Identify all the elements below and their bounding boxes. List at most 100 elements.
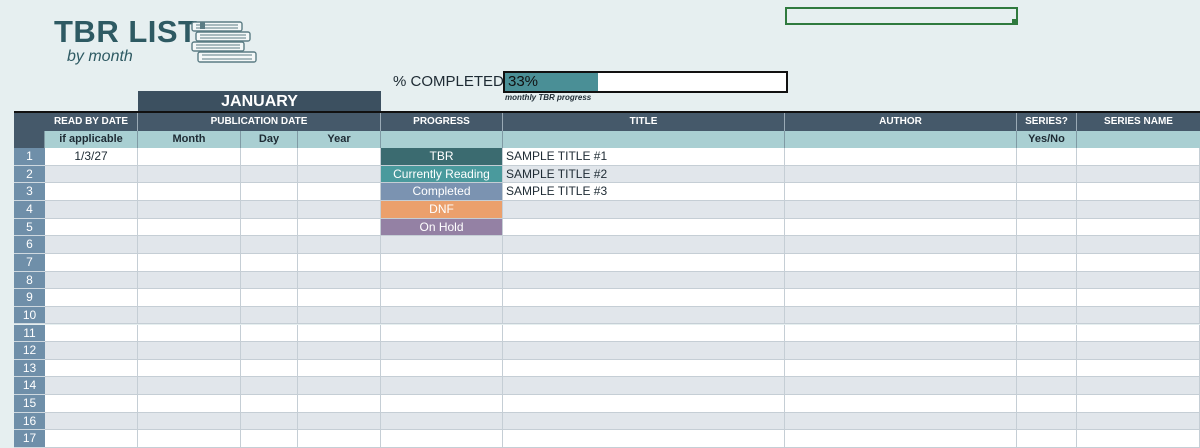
series-name-cell[interactable]: [1077, 377, 1200, 396]
year-cell[interactable]: [298, 200, 381, 219]
title-cell[interactable]: SAMPLE TITLE #3: [503, 183, 785, 201]
series-name-cell[interactable]: [1077, 306, 1200, 325]
cell-selection-box[interactable]: [785, 7, 1018, 25]
series-cell[interactable]: [1017, 412, 1077, 431]
read-by-cell[interactable]: [45, 271, 138, 290]
progress-cell[interactable]: [381, 342, 503, 360]
year-cell[interactable]: [298, 183, 381, 201]
series-cell[interactable]: [1017, 236, 1077, 254]
row-number[interactable]: 5: [14, 218, 45, 237]
month-cell[interactable]: [138, 395, 241, 413]
read-by-cell[interactable]: [45, 359, 138, 378]
progress-cell[interactable]: [381, 253, 503, 272]
title-cell[interactable]: [503, 324, 785, 343]
row-number[interactable]: 12: [14, 342, 45, 360]
month-cell[interactable]: [138, 430, 241, 448]
progress-cell[interactable]: [381, 236, 503, 254]
progress-cell[interactable]: [381, 430, 503, 448]
author-cell[interactable]: [785, 271, 1017, 290]
author-cell[interactable]: [785, 183, 1017, 201]
progress-cell[interactable]: Completed: [381, 183, 503, 201]
year-cell[interactable]: [298, 395, 381, 413]
progress-cell[interactable]: TBR: [381, 148, 503, 166]
author-cell[interactable]: [785, 200, 1017, 219]
series-name-cell[interactable]: [1077, 200, 1200, 219]
month-cell[interactable]: [138, 324, 241, 343]
progress-cell[interactable]: [381, 395, 503, 413]
title-cell[interactable]: [503, 236, 785, 254]
progress-cell[interactable]: On Hold: [381, 218, 503, 237]
author-cell[interactable]: [785, 412, 1017, 431]
row-number[interactable]: 13: [14, 359, 45, 378]
year-cell[interactable]: [298, 359, 381, 378]
author-cell[interactable]: [785, 253, 1017, 272]
series-cell[interactable]: [1017, 183, 1077, 201]
author-cell[interactable]: [785, 289, 1017, 307]
read-by-cell[interactable]: [45, 183, 138, 201]
read-by-cell[interactable]: [45, 289, 138, 307]
day-cell[interactable]: [241, 253, 298, 272]
year-cell[interactable]: [298, 165, 381, 184]
col-title[interactable]: TITLE: [503, 113, 785, 132]
day-cell[interactable]: [241, 148, 298, 166]
author-cell[interactable]: [785, 430, 1017, 448]
series-name-cell[interactable]: [1077, 289, 1200, 307]
title-cell[interactable]: [503, 306, 785, 325]
month-cell[interactable]: [138, 253, 241, 272]
day-cell[interactable]: [241, 200, 298, 219]
read-by-cell[interactable]: [45, 253, 138, 272]
year-cell[interactable]: [298, 342, 381, 360]
author-cell[interactable]: [785, 165, 1017, 184]
month-cell[interactable]: [138, 412, 241, 431]
day-cell[interactable]: [241, 430, 298, 448]
year-cell[interactable]: [298, 236, 381, 254]
year-cell[interactable]: [298, 377, 381, 396]
year-cell[interactable]: [298, 289, 381, 307]
series-cell[interactable]: [1017, 148, 1077, 166]
col-series-name[interactable]: SERIES NAME: [1077, 113, 1200, 132]
col-publication-date[interactable]: PUBLICATION DATE: [138, 113, 381, 132]
col-read-by-date[interactable]: READ BY DATE: [45, 113, 138, 132]
series-name-cell[interactable]: [1077, 324, 1200, 343]
read-by-cell[interactable]: [45, 377, 138, 396]
progress-cell[interactable]: [381, 289, 503, 307]
progress-cell[interactable]: [381, 306, 503, 325]
row-number[interactable]: 3: [14, 183, 45, 201]
month-cell[interactable]: [138, 165, 241, 184]
day-cell[interactable]: [241, 395, 298, 413]
title-cell[interactable]: [503, 342, 785, 360]
series-cell[interactable]: [1017, 430, 1077, 448]
year-cell[interactable]: [298, 253, 381, 272]
read-by-cell[interactable]: [45, 324, 138, 343]
progress-cell[interactable]: [381, 271, 503, 290]
author-cell[interactable]: [785, 324, 1017, 343]
author-cell[interactable]: [785, 306, 1017, 325]
row-number[interactable]: 7: [14, 253, 45, 272]
title-cell[interactable]: SAMPLE TITLE #1: [503, 148, 785, 166]
series-cell[interactable]: [1017, 253, 1077, 272]
row-number[interactable]: 9: [14, 289, 45, 307]
day-cell[interactable]: [241, 218, 298, 237]
day-cell[interactable]: [241, 306, 298, 325]
month-cell[interactable]: [138, 236, 241, 254]
read-by-cell[interactable]: [45, 165, 138, 184]
title-cell[interactable]: [503, 253, 785, 272]
month-cell[interactable]: [138, 377, 241, 396]
author-cell[interactable]: [785, 342, 1017, 360]
read-by-cell[interactable]: [45, 218, 138, 237]
day-cell[interactable]: [241, 412, 298, 431]
progress-cell[interactable]: Currently Reading: [381, 165, 503, 184]
author-cell[interactable]: [785, 148, 1017, 166]
series-name-cell[interactable]: [1077, 236, 1200, 254]
series-cell[interactable]: [1017, 359, 1077, 378]
series-name-cell[interactable]: [1077, 342, 1200, 360]
series-name-cell[interactable]: [1077, 148, 1200, 166]
month-cell[interactable]: [138, 148, 241, 166]
fill-handle[interactable]: [1012, 19, 1017, 24]
title-cell[interactable]: [503, 271, 785, 290]
title-cell[interactable]: [503, 395, 785, 413]
author-cell[interactable]: [785, 218, 1017, 237]
month-cell[interactable]: [138, 306, 241, 325]
series-name-cell[interactable]: [1077, 359, 1200, 378]
row-number[interactable]: 6: [14, 236, 45, 254]
